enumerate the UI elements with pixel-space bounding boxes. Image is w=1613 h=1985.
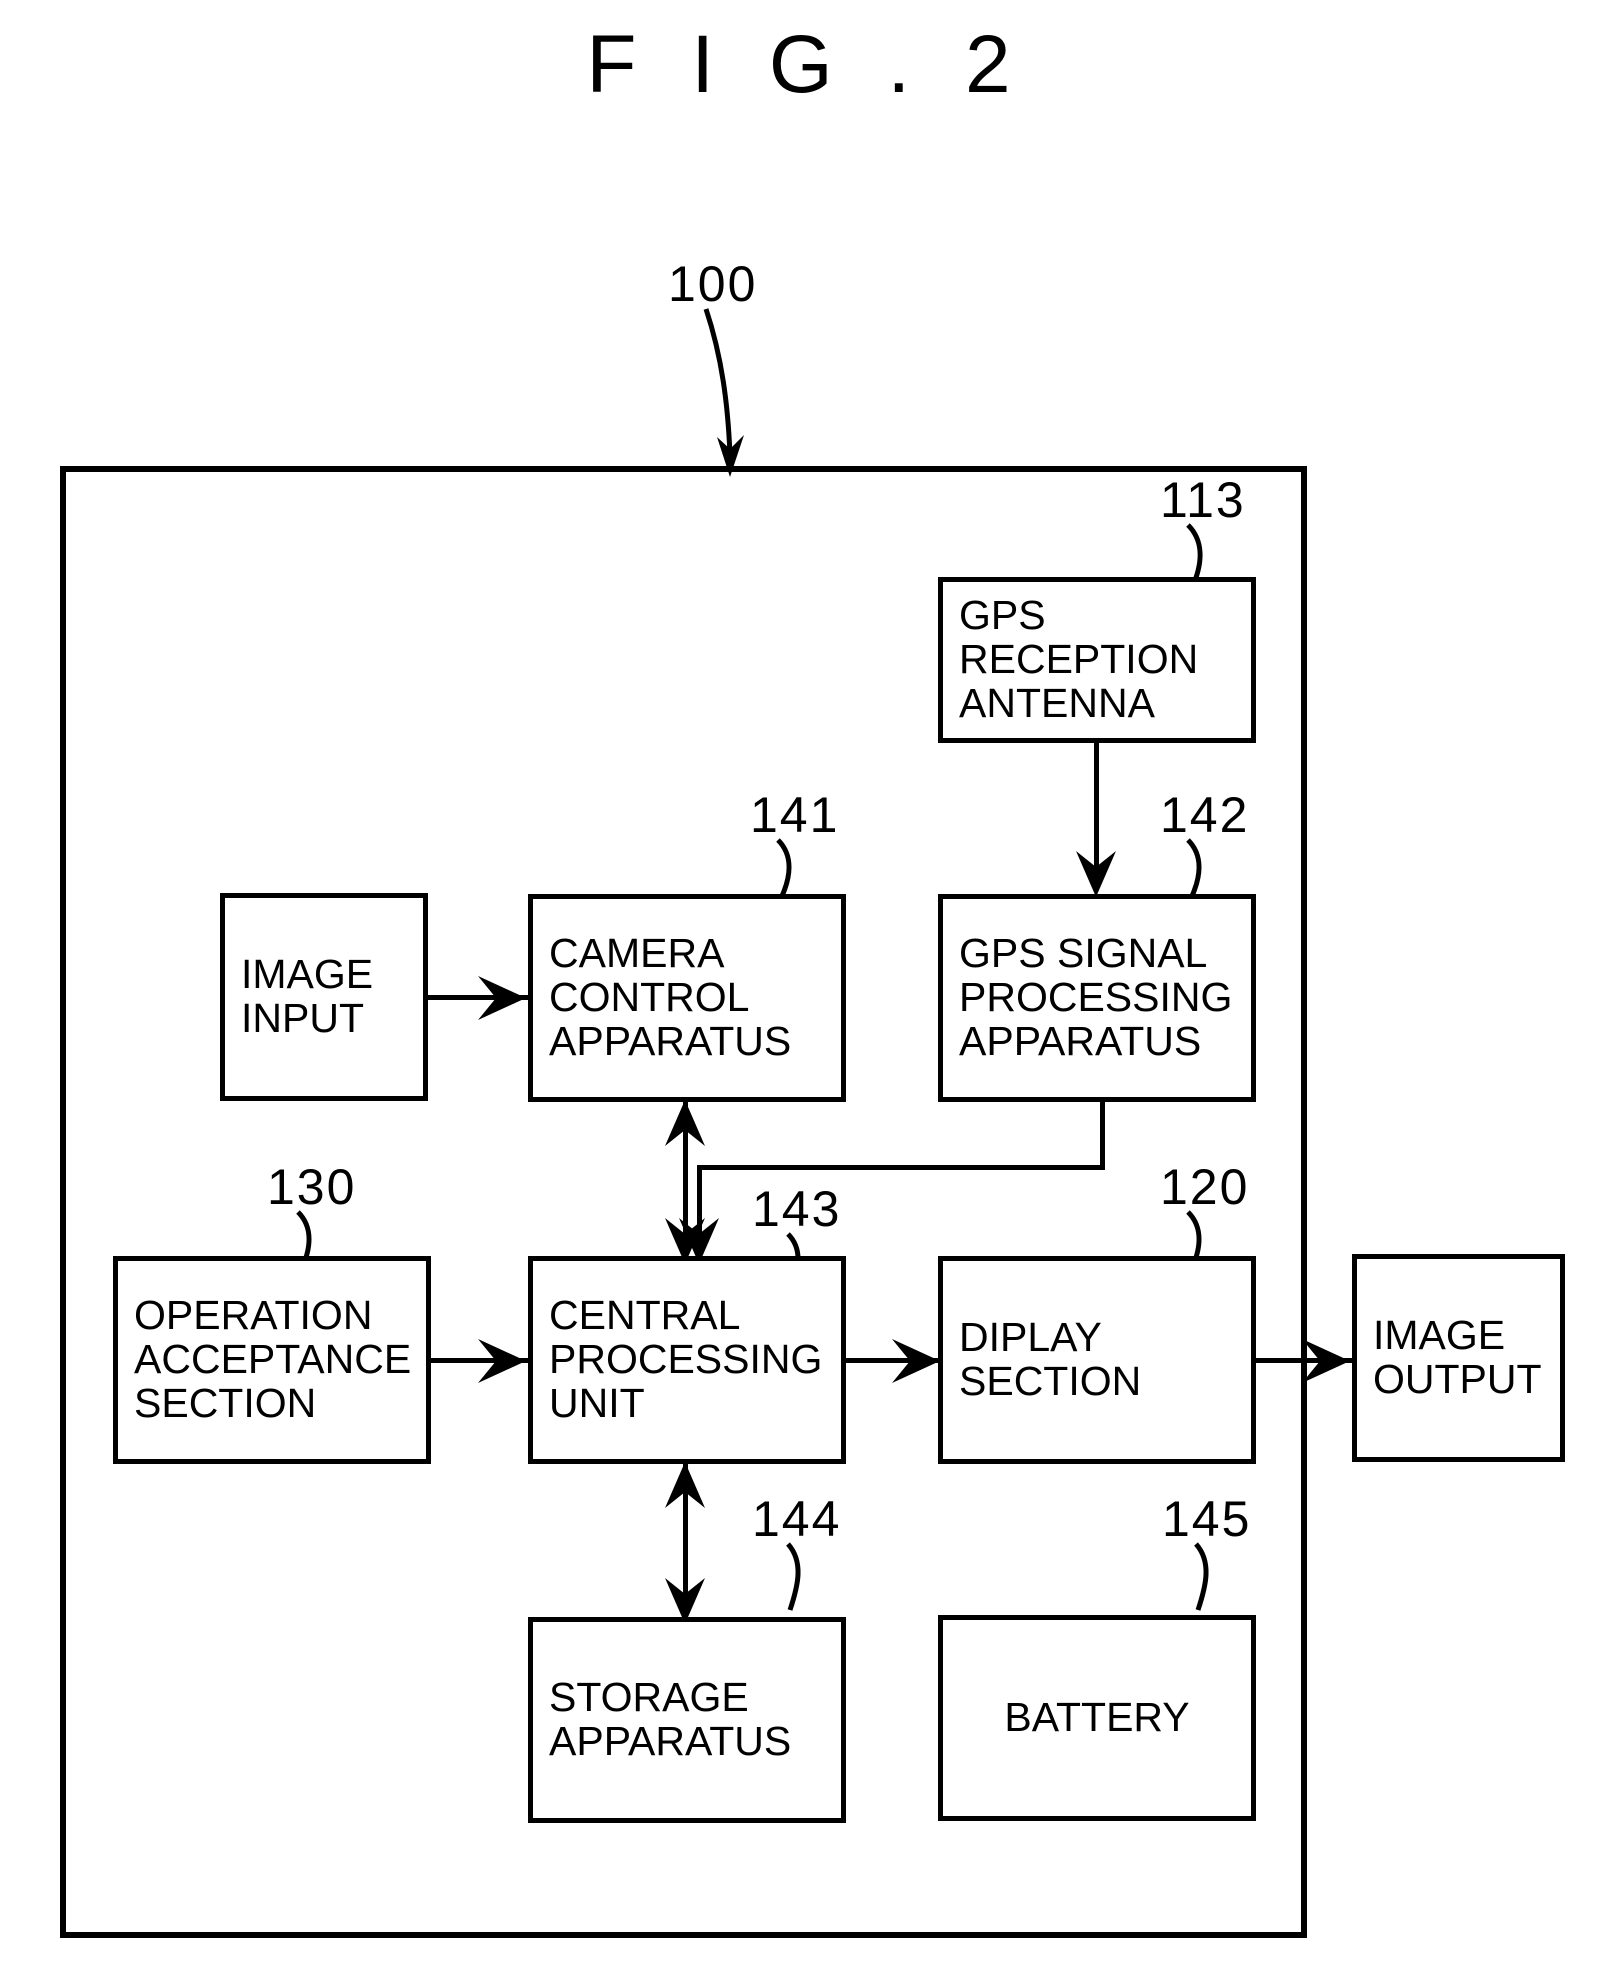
arrowhead-image-input-to-camera-control [478,976,526,1020]
ref-label-113: 113 [1160,472,1246,528]
arrowhead-cpu-to-camera-control [665,1100,705,1146]
node-display-section-label: DIPLAY SECTION [959,1314,1142,1404]
ref-label-142: 142 [1160,787,1250,843]
ref-label-130: 130 [267,1159,357,1215]
node-image-output-label: IMAGE OUTPUT [1373,1312,1542,1402]
node-operation-acceptance-section-label: OPERATION ACCEPTANCE SECTION [134,1292,412,1426]
arrowhead-operation-to-cpu [478,1339,526,1383]
node-gps-reception-antenna[interactable]: GPS RECEPTION ANTENNA [938,577,1256,743]
leader-line-141 [776,838,792,898]
leader-line-142 [1186,838,1202,898]
leader-arrow-100 [703,308,744,477]
connector-gps-signal-left [697,1165,1105,1170]
node-gps-signal-processing-apparatus[interactable]: GPS SIGNAL PROCESSING APPARATUS [938,894,1256,1102]
node-image-input[interactable]: IMAGE INPUT [220,893,428,1101]
node-image-input-label: IMAGE INPUT [241,951,374,1041]
ref-label-141: 141 [750,787,840,843]
node-gps-reception-antenna-label: GPS RECEPTION ANTENNA [959,592,1199,726]
node-gps-signal-processing-apparatus-label: GPS SIGNAL PROCESSING APPARATUS [959,930,1233,1064]
leader-line-145 [1194,1542,1209,1611]
ref-label-145: 145 [1162,1491,1252,1547]
page-title: F I G . 2 [586,19,1027,110]
leader-line-144 [786,1542,801,1611]
leader-line-113 [1186,523,1203,584]
node-storage-apparatus-label: STORAGE APPARATUS [549,1674,792,1764]
figure-page: F I G . 2 100 113 GPS RECEPTION ANTENNA IM… [0,0,1613,1985]
node-camera-control-apparatus[interactable]: CAMERA CONTROL APPARATUS [528,894,846,1102]
node-camera-control-apparatus-label: CAMERA CONTROL APPARATUS [549,930,792,1064]
arrowhead-display-to-image-output [1302,1339,1350,1383]
node-battery[interactable]: BATTERY [938,1615,1256,1821]
ref-label-120: 120 [1160,1159,1250,1215]
node-image-output[interactable]: IMAGE OUTPUT [1352,1254,1565,1462]
node-central-processing-unit[interactable]: CENTRAL PROCESSING UNIT [528,1256,846,1464]
arrowhead-cpu-to-display [892,1339,940,1383]
ref-label-143: 143 [752,1181,842,1237]
node-storage-apparatus[interactable]: STORAGE APPARATUS [528,1617,846,1823]
connector-gps-signal-down [1100,1102,1105,1170]
ref-label-144: 144 [752,1491,842,1547]
arrowhead-storage-to-cpu [665,1462,705,1508]
node-central-processing-unit-label: CENTRAL PROCESSING UNIT [549,1292,823,1426]
node-operation-acceptance-section[interactable]: OPERATION ACCEPTANCE SECTION [113,1256,431,1464]
node-display-section[interactable]: DIPLAY SECTION [938,1256,1256,1464]
node-battery-label: BATTERY [1004,1694,1190,1741]
arrowhead-antenna-to-gps-signal [1076,851,1116,897]
